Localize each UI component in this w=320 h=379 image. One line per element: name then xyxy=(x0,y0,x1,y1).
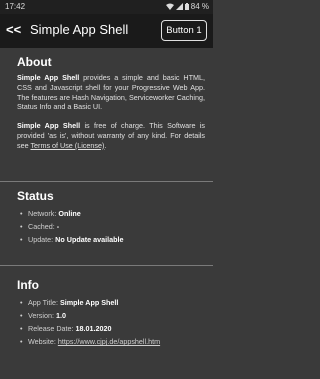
info-value: 1.0 xyxy=(55,311,66,320)
status-value: - xyxy=(56,222,60,231)
info-heading: Info xyxy=(17,278,39,292)
info-label: Release Date: xyxy=(28,324,76,333)
battery-percentage: 84 % xyxy=(190,2,209,11)
info-item-release-date: Release Date: 18.01.2020 xyxy=(20,322,207,335)
status-value: No Update available xyxy=(55,235,124,244)
main-content[interactable]: About Simple App Shell provides a simple… xyxy=(0,48,213,379)
status-label: Update: xyxy=(28,235,56,244)
about-paragraph-1: Simple App Shell provides a simple and b… xyxy=(0,73,213,112)
status-item-cached: Cached: - xyxy=(20,220,207,233)
info-value: Simple App Shell xyxy=(59,298,119,307)
info-label: App Title: xyxy=(28,298,60,307)
about-paragraph-2: Simple App Shell is free of charge. This… xyxy=(0,121,213,150)
about-text-2-end: . xyxy=(104,140,107,150)
info-item-app-title: App Title: Simple App Shell xyxy=(20,296,207,309)
info-label: Version: xyxy=(28,311,56,320)
info-item-version: Version: 1.0 xyxy=(20,309,207,322)
wifi-icon xyxy=(165,3,174,10)
battery-icon xyxy=(184,3,189,10)
status-list: Network: Online Cached: - Update: No Upd… xyxy=(0,207,213,246)
info-section: Info App Title: Simple App Shell Version… xyxy=(0,266,213,348)
signal-icon xyxy=(175,3,183,10)
clock: 17:42 xyxy=(5,2,26,11)
system-status-bar: 17:42 84 % xyxy=(0,0,213,14)
terms-of-use-link[interactable]: Terms of Use (License) xyxy=(30,141,104,150)
status-heading: Status xyxy=(17,189,54,203)
status-section: Status Network: Online Cached: - Update:… xyxy=(0,182,213,266)
status-value: Online xyxy=(58,209,81,218)
status-item-network: Network: Online xyxy=(20,207,207,220)
button-1[interactable]: Button 1 xyxy=(161,20,207,41)
app-name-bold: Simple App Shell xyxy=(17,73,80,82)
status-item-update: Update: No Update available xyxy=(20,233,207,246)
app-name-bold: Simple App Shell xyxy=(17,121,81,131)
info-item-website: Website: https://www.cjpj.de/appshell.ht… xyxy=(20,335,207,348)
status-label: Cached: xyxy=(28,222,57,231)
status-icons: 84 % xyxy=(165,2,209,11)
back-button[interactable]: << xyxy=(6,22,21,37)
app-title: Simple App Shell xyxy=(30,22,129,37)
info-value: 18.01.2020 xyxy=(75,324,112,333)
website-link[interactable]: https://www.cjpj.de/appshell.htm xyxy=(58,337,160,346)
about-heading: About xyxy=(17,55,52,69)
info-label: Website: xyxy=(28,337,58,346)
info-list: App Title: Simple App Shell Version: 1.0… xyxy=(0,296,213,348)
app-header: << Simple App Shell Button 1 xyxy=(0,14,213,48)
about-section: About Simple App Shell provides a simple… xyxy=(0,48,213,182)
status-label: Network: xyxy=(28,209,59,218)
